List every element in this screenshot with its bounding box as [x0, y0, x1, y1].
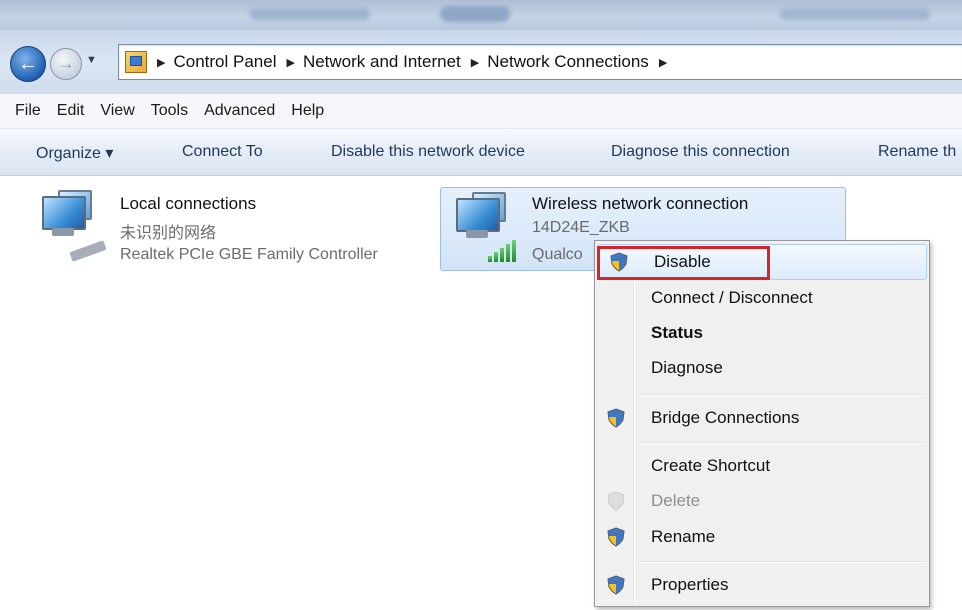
window-title-strip — [0, 0, 962, 30]
connection-status: 14D24E_ZKB — [532, 219, 630, 236]
breadcrumb-control-panel[interactable]: Control Panel — [173, 52, 276, 72]
menu-item-diagnose[interactable]: Diagnose — [595, 351, 929, 385]
menu-item-status[interactable]: Status — [595, 316, 929, 350]
blurred-tab — [440, 6, 510, 22]
menu-item-create-shortcut[interactable]: Create Shortcut — [595, 449, 929, 483]
uac-shield-icon — [607, 408, 625, 428]
chevron-right-icon[interactable]: ▶ — [471, 56, 479, 69]
diagnose-connection-button[interactable]: Diagnose this connection — [611, 143, 790, 161]
breadcrumb-item[interactable]: ▶ Network and Internet — [276, 52, 460, 72]
menu-item-properties[interactable]: Properties — [595, 568, 929, 602]
menu-item-rename[interactable]: Rename — [595, 520, 929, 554]
connection-status: 未识别的网络 — [120, 225, 217, 242]
chevron-right-icon[interactable]: ▶ — [659, 56, 667, 69]
network-adapter-icon — [452, 192, 506, 238]
recent-pages-dropdown[interactable]: ▼ — [86, 54, 97, 66]
ethernet-cable-icon — [69, 240, 107, 262]
breadcrumb-network-internet[interactable]: Network and Internet — [303, 52, 461, 72]
menu-item-delete: Delete — [595, 484, 929, 518]
connection-adapter: Realtek PCIe GBE Family Controller — [120, 246, 378, 263]
menu-edit[interactable]: Edit — [49, 102, 93, 120]
menu-item-bridge-connections[interactable]: Bridge Connections — [595, 401, 929, 435]
rename-connection-button[interactable]: Rename th — [878, 143, 956, 161]
connect-to-button[interactable]: Connect To — [182, 143, 263, 161]
menu-tools[interactable]: Tools — [143, 102, 196, 120]
disable-device-button[interactable]: Disable this network device — [331, 143, 525, 161]
breadcrumb-item[interactable]: ▶ Control Panel — [147, 52, 276, 72]
organize-button[interactable]: Organize ▾ — [36, 143, 113, 163]
command-bar: Organize ▾ Connect To Disable this netwo… — [0, 129, 962, 176]
context-menu: Disable Connect / Disconnect Status Diag… — [594, 240, 930, 607]
signal-strength-icon — [488, 240, 516, 262]
menu-view[interactable]: View — [92, 102, 142, 120]
breadcrumb-network-connections[interactable]: Network Connections — [487, 52, 649, 72]
connection-adapter: Qualco — [532, 246, 583, 263]
network-adapter-icon — [38, 190, 92, 236]
menu-separator — [639, 394, 925, 396]
menu-item-connect-disconnect[interactable]: Connect / Disconnect — [595, 281, 929, 315]
breadcrumb[interactable]: ▶ Control Panel ▶ Network and Internet ▶… — [118, 44, 962, 80]
control-panel-icon — [125, 51, 147, 73]
back-button[interactable]: ← — [10, 46, 46, 82]
uac-shield-icon — [607, 575, 625, 595]
uac-shield-icon — [607, 491, 625, 511]
forward-button[interactable]: → — [50, 48, 82, 80]
connection-name: Local connections — [120, 194, 257, 213]
menu-bar: File Edit View Tools Advanced Help — [0, 94, 962, 129]
menu-help[interactable]: Help — [283, 102, 332, 120]
menu-file[interactable]: File — [7, 102, 49, 120]
chevron-right-icon[interactable]: ▶ — [157, 56, 165, 69]
menu-separator — [639, 442, 925, 444]
annotation-highlight-box — [597, 246, 770, 280]
menu-advanced[interactable]: Advanced — [196, 102, 283, 120]
connection-name: Wireless network connection — [532, 194, 749, 213]
chevron-right-icon[interactable]: ▶ — [286, 56, 294, 69]
blurred-tab — [780, 8, 930, 20]
address-bar: ← → ▼ ▶ Control Panel ▶ Network and Inte… — [0, 30, 962, 94]
blurred-tab — [250, 8, 370, 20]
uac-shield-icon — [607, 527, 625, 547]
breadcrumb-item[interactable]: ▶ Network Connections ▶ — [461, 52, 676, 72]
menu-separator — [639, 561, 925, 563]
